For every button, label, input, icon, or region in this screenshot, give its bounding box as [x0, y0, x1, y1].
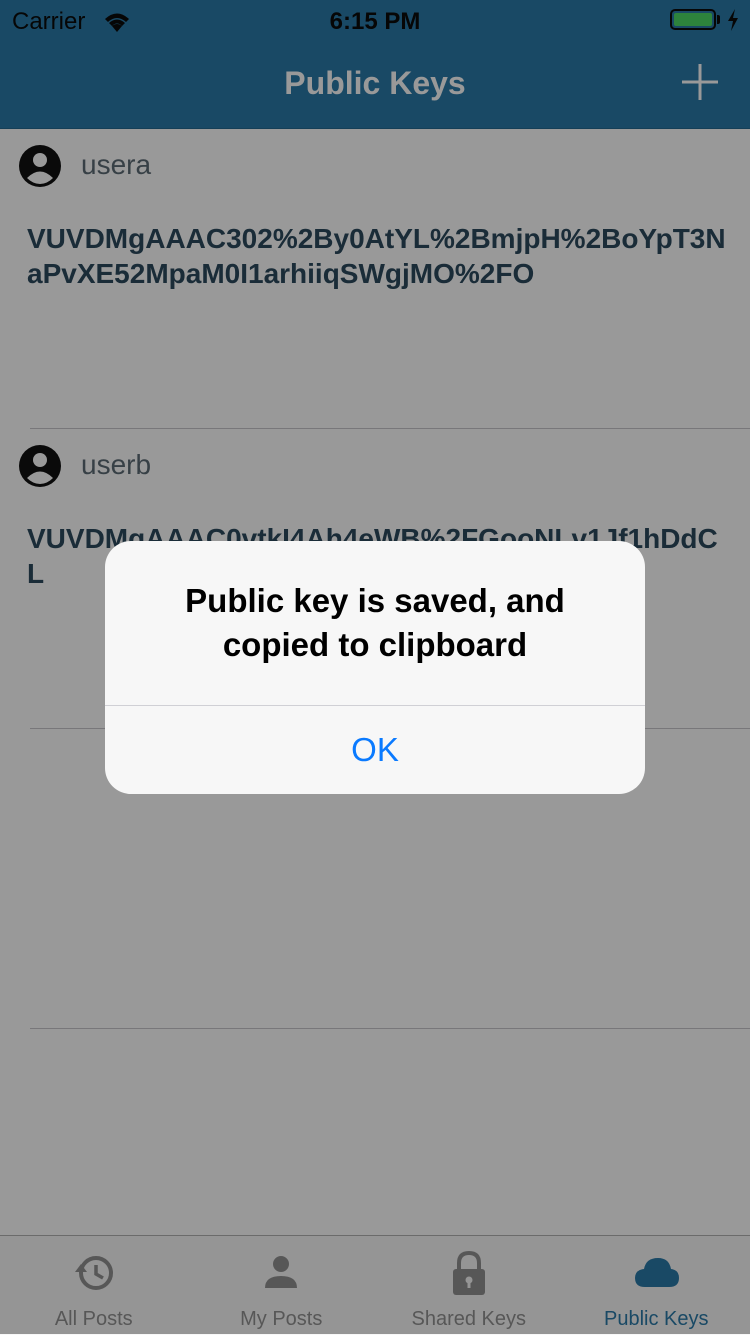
- ok-button[interactable]: OK: [105, 706, 645, 794]
- alert-message: Public key is saved, and copied to clipb…: [145, 579, 605, 667]
- alert-dialog: Public key is saved, and copied to clipb…: [105, 541, 645, 794]
